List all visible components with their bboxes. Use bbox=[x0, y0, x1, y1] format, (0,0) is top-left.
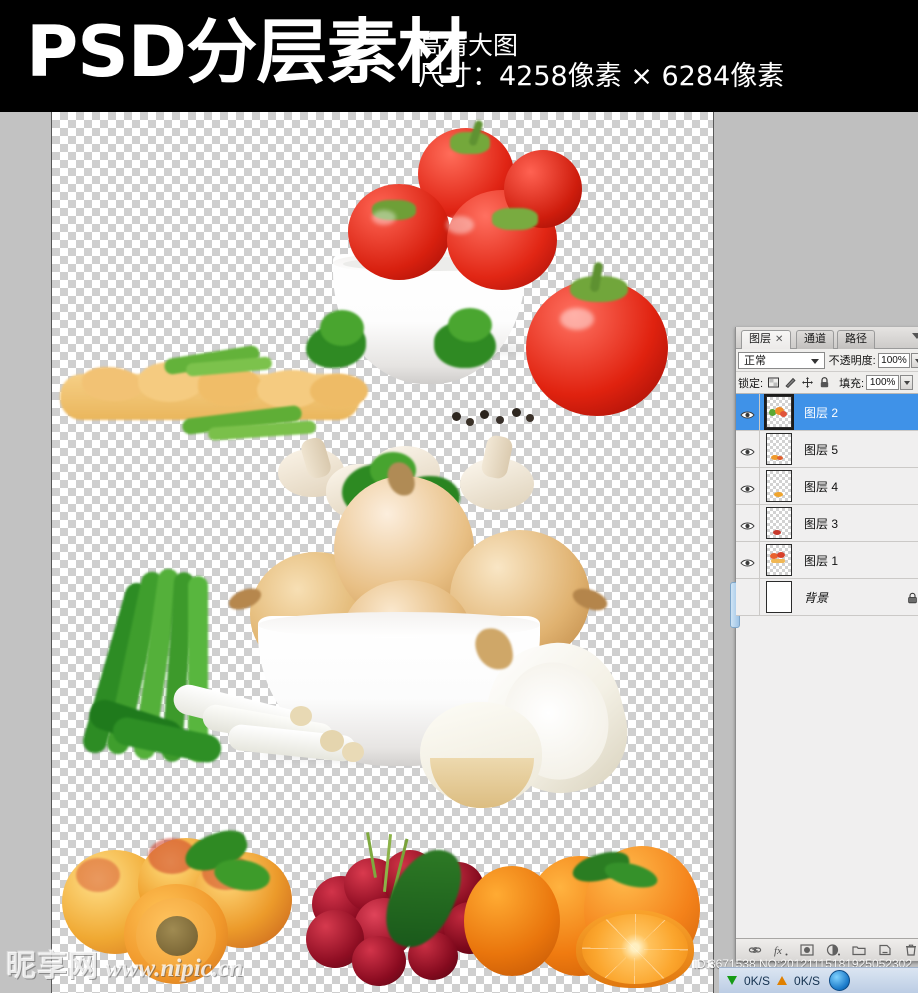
lock-label: 锁定: bbox=[738, 377, 764, 390]
layer-name: 图层 2 bbox=[804, 405, 839, 420]
layer-visibility-toggle[interactable] bbox=[736, 394, 760, 430]
fill-label: 填充: bbox=[839, 377, 865, 390]
document-canvas[interactable] bbox=[52, 112, 713, 993]
eye-icon bbox=[740, 407, 755, 419]
app-window: PSD分层素材 高清大图 尺寸：4258像素 × 6284像素 图层 ✕ 通道 … bbox=[0, 0, 918, 993]
eye-icon bbox=[740, 518, 755, 530]
layer-thumbnail-cell[interactable] bbox=[760, 433, 798, 465]
fill-stepper[interactable] bbox=[900, 375, 914, 390]
opacity-label: 不透明度: bbox=[828, 355, 876, 367]
eye-icon bbox=[740, 481, 755, 493]
layer-name: 图层 5 bbox=[804, 442, 839, 457]
layer-list[interactable]: 图层 2 图层 5 图层 4 图层 3 图层 1 背景 bbox=[736, 394, 918, 616]
layer-thumbnail bbox=[764, 394, 794, 430]
upload-arrow-icon bbox=[777, 976, 788, 985]
layer-row[interactable]: 图层 3 bbox=[736, 505, 918, 542]
eye-icon bbox=[740, 444, 755, 456]
fill-input[interactable]: 100% bbox=[866, 375, 900, 390]
layer-thumbnail-cell[interactable] bbox=[760, 544, 798, 576]
new-layer-icon[interactable] bbox=[878, 943, 892, 957]
promo-banner: PSD分层素材 高清大图 尺寸：4258像素 × 6284像素 bbox=[0, 0, 918, 112]
canvas-right-border bbox=[713, 112, 714, 993]
banner-title: PSD分层素材 bbox=[26, 11, 469, 93]
layer-name: 背景 bbox=[804, 590, 829, 605]
download-speed-value: 0K/S bbox=[744, 973, 771, 988]
layer-style-fx-icon[interactable]: fx bbox=[774, 943, 788, 957]
layer-thumbnail-cell[interactable] bbox=[760, 394, 798, 430]
workspace-left-gutter bbox=[0, 112, 52, 993]
tab-channels-label: 通道 bbox=[804, 333, 826, 345]
tab-layers[interactable]: 图层 ✕ bbox=[741, 330, 792, 350]
layer-thumbnail bbox=[766, 433, 792, 465]
layer-visibility-toggle[interactable] bbox=[736, 542, 760, 578]
banner-subtitle-quality: 高清大图 bbox=[418, 31, 519, 60]
new-group-icon[interactable] bbox=[852, 943, 866, 957]
tab-paths[interactable]: 路径 bbox=[837, 330, 875, 349]
blend-mode-select[interactable]: 正常 bbox=[738, 351, 825, 369]
tab-layers-label: 图层 bbox=[749, 333, 771, 345]
lock-fill-row: 锁定: 填充: 100% bbox=[736, 372, 918, 394]
layer-row[interactable]: 图层 2 bbox=[736, 394, 918, 431]
tab-paths-label: 路径 bbox=[845, 333, 867, 345]
layer-locked-icon bbox=[907, 591, 918, 604]
svg-text:fx: fx bbox=[774, 945, 782, 957]
layer-name: 图层 1 bbox=[804, 553, 839, 568]
layer-visibility-toggle[interactable] bbox=[736, 468, 760, 504]
layer-thumbnail-cell[interactable] bbox=[760, 581, 798, 613]
layer-thumbnail bbox=[766, 507, 792, 539]
new-adjustment-layer-icon[interactable] bbox=[826, 943, 840, 957]
opacity-stepper[interactable] bbox=[911, 352, 918, 368]
layer-thumbnail bbox=[766, 470, 792, 502]
lock-transparency-icon[interactable] bbox=[767, 376, 780, 389]
internet-explorer-icon[interactable] bbox=[829, 970, 851, 991]
layer-thumbnail-cell[interactable] bbox=[760, 470, 798, 502]
layer-thumbnail-cell[interactable] bbox=[760, 507, 798, 539]
panel-tab-bar: 图层 ✕ 通道 路径 bbox=[736, 327, 918, 350]
artwork-fruit-row bbox=[52, 824, 713, 993]
layer-row[interactable]: 图层 5 bbox=[736, 431, 918, 468]
network-speed-taskbar[interactable]: 0K/S 0K/S bbox=[719, 967, 918, 993]
lock-all-icon[interactable] bbox=[818, 376, 831, 389]
artwork-tomato-bowl bbox=[52, 112, 713, 520]
lock-image-icon[interactable] bbox=[784, 376, 797, 389]
layer-visibility-toggle[interactable] bbox=[736, 431, 760, 467]
upload-speed-value: 0K/S bbox=[794, 973, 821, 988]
tab-close-icon[interactable]: ✕ bbox=[775, 334, 783, 345]
layer-name: 图层 4 bbox=[804, 479, 839, 494]
layers-panel[interactable]: 图层 ✕ 通道 路径 正常 不透明度: 100% 锁定: 填充: 100% 图层… bbox=[730, 327, 918, 962]
layer-thumbnail bbox=[766, 544, 792, 576]
blend-mode-value: 正常 bbox=[744, 354, 766, 367]
layer-visibility-toggle[interactable] bbox=[736, 505, 760, 541]
delete-layer-icon[interactable] bbox=[904, 943, 918, 957]
opacity-input[interactable]: 100% bbox=[877, 352, 911, 368]
layer-name: 图层 3 bbox=[804, 516, 839, 531]
chevron-down-icon bbox=[810, 358, 819, 364]
layer-thumbnail bbox=[766, 581, 792, 613]
tab-channels[interactable]: 通道 bbox=[796, 330, 834, 349]
add-layer-mask-icon[interactable] bbox=[800, 943, 814, 957]
lock-position-icon[interactable] bbox=[801, 376, 814, 389]
layer-row[interactable]: 图层 4 bbox=[736, 468, 918, 505]
layer-row[interactable]: 图层 1 bbox=[736, 542, 918, 579]
banner-subtitle-dimensions: 尺寸：4258像素 × 6284像素 bbox=[418, 61, 785, 92]
blend-opacity-row: 正常 不透明度: 100% bbox=[736, 349, 918, 372]
eye-icon bbox=[740, 555, 755, 567]
layer-row[interactable]: 背景 bbox=[736, 579, 918, 616]
download-arrow-icon bbox=[727, 976, 737, 985]
panel-menu-icon[interactable] bbox=[912, 333, 918, 339]
artwork-onion-bowl bbox=[52, 430, 713, 809]
link-layers-icon[interactable] bbox=[748, 943, 762, 957]
layer-visibility-toggle[interactable] bbox=[736, 579, 760, 615]
